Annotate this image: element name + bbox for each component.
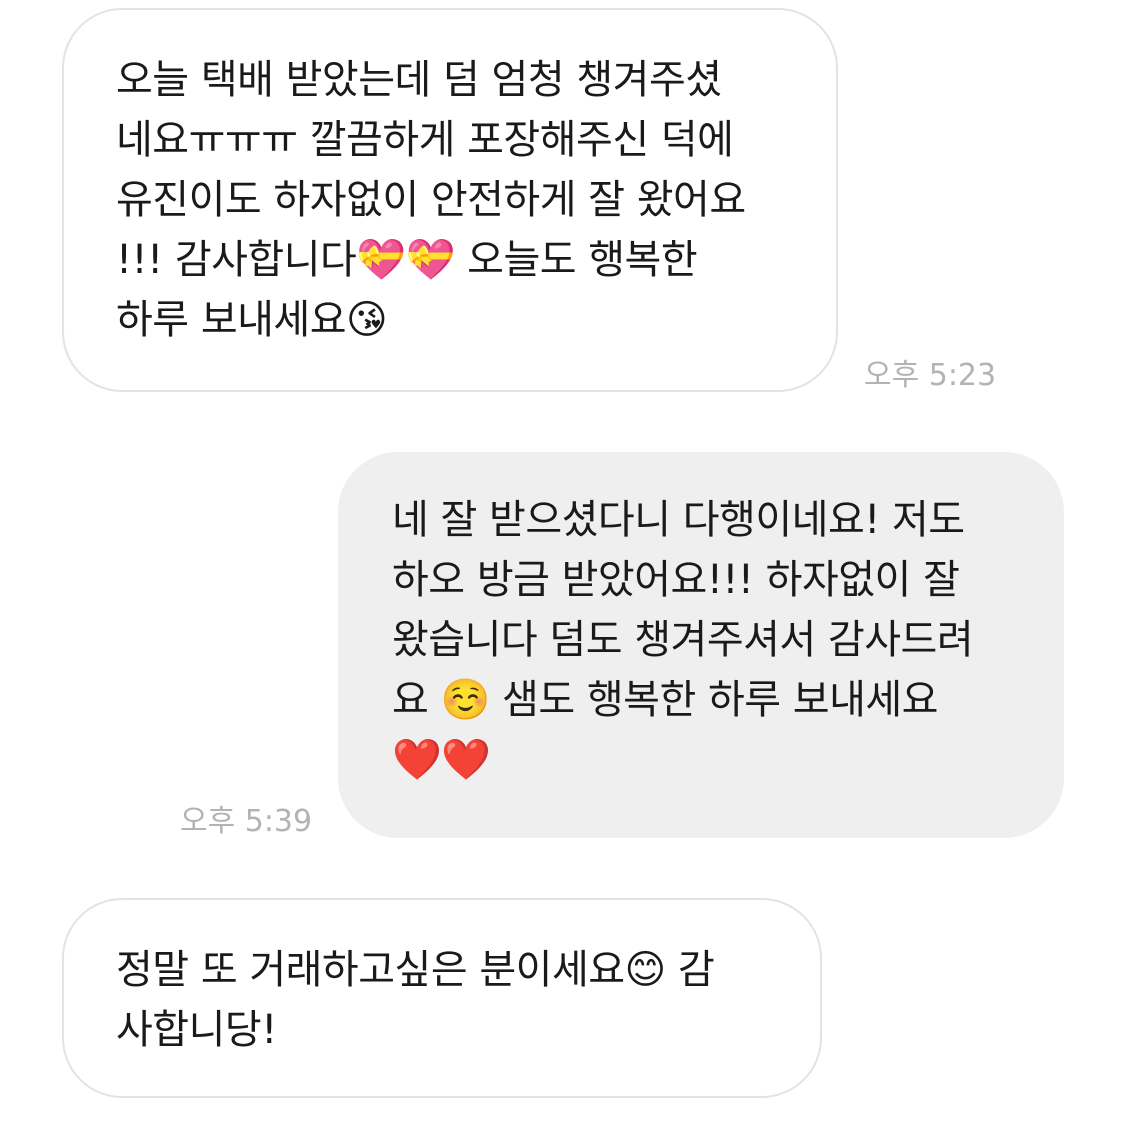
- message-timestamp: 오후 5:39: [180, 804, 313, 839]
- message-bubble-outgoing[interactable]: 네 잘 받으셨다니 다행이네요! 저도 하오 방금 받았어요!!! 하자없이 잘…: [338, 452, 1064, 838]
- message-text: 네 잘 받으셨다니 다행이네요! 저도 하오 방금 받았어요!!! 하자없이 잘…: [392, 497, 974, 783]
- message-bubble-incoming[interactable]: 정말 또 거래하고싶은 분이세요😊 감 사합니당!: [62, 898, 822, 1098]
- message-timestamp: 오후 5:23: [864, 358, 997, 393]
- message-text: 정말 또 거래하고싶은 분이세요😊 감 사합니당!: [116, 947, 715, 1053]
- message-bubble-incoming[interactable]: 오늘 택배 받았는데 덤 엄청 챙겨주셨 네요ㅠㅠㅠ 깔끔하게 포장해주신 덕에…: [62, 8, 838, 392]
- message-text: 오늘 택배 받았는데 덤 엄청 챙겨주셨 네요ㅠㅠㅠ 깔끔하게 포장해주신 덕에…: [116, 57, 746, 343]
